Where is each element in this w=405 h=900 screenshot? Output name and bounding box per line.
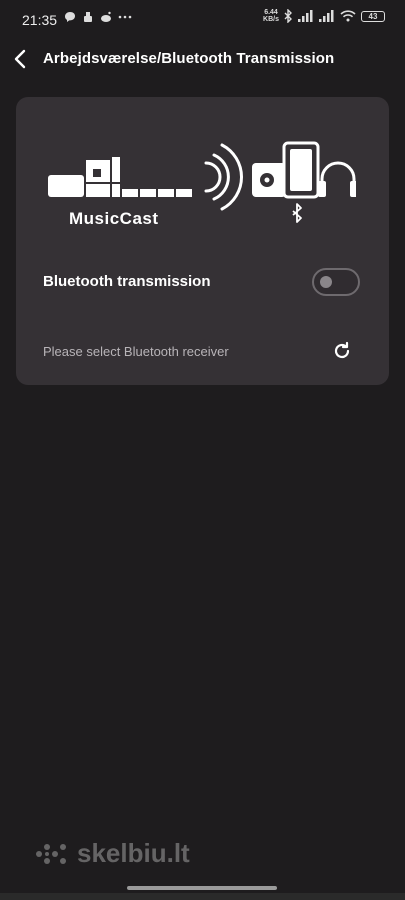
bluetooth-transmission-label: Bluetooth transmission — [43, 273, 211, 290]
wifi-icon — [340, 10, 356, 22]
watermark: skelbiu.lt — [35, 838, 190, 869]
bluetooth-status-icon — [284, 9, 292, 23]
skelbiu-logo-icon — [36, 843, 66, 864]
chat-bubble-icon — [65, 12, 75, 22]
reddit-icon — [101, 11, 111, 22]
bluetooth-transmission-row: Bluetooth transmission — [16, 257, 389, 309]
refresh-icon[interactable] — [330, 339, 354, 363]
signal-1-icon — [298, 10, 313, 22]
signal-2-icon — [319, 10, 334, 22]
bottom-edge — [0, 893, 405, 900]
status-bar: 21:35 6.44 KB/s 43 — [0, 0, 405, 40]
musiccast-logo: MusicCast — [69, 209, 159, 228]
system-icons: 6.44 KB/s 43 — [263, 9, 385, 23]
app-header: Arbejdsværelse/Bluetooth Transmission — [0, 40, 405, 78]
watermark-text: skelbiu.lt — [77, 838, 190, 868]
network-speed: 6.44 KB/s — [263, 9, 279, 23]
gesture-nav-bar[interactable] — [127, 886, 277, 890]
notification-icons — [64, 11, 132, 23]
wave-signal-icon — [204, 143, 244, 211]
app-notification-icon — [84, 12, 92, 22]
receiver-prompt: Please select Bluetooth receiver — [43, 344, 229, 359]
page-title: Arbejdsværelse/Bluetooth Transmission — [43, 50, 335, 67]
more-dots-icon — [118, 15, 132, 19]
back-arrow-icon[interactable] — [10, 46, 32, 72]
bluetooth-symbol-icon — [292, 203, 302, 223]
bluetooth-receiver-row[interactable]: Please select Bluetooth receiver — [16, 335, 389, 369]
toggle-knob — [320, 276, 332, 288]
bluetooth-transmission-toggle[interactable] — [312, 268, 360, 296]
musiccast-speakers-icon — [48, 157, 192, 197]
battery-indicator: 43 — [361, 10, 385, 22]
bluetooth-devices-icon — [252, 141, 356, 199]
status-time: 21:35 — [22, 12, 58, 28]
bluetooth-transmission-card: MusicCast Bluetooth transmission Please … — [16, 97, 389, 385]
